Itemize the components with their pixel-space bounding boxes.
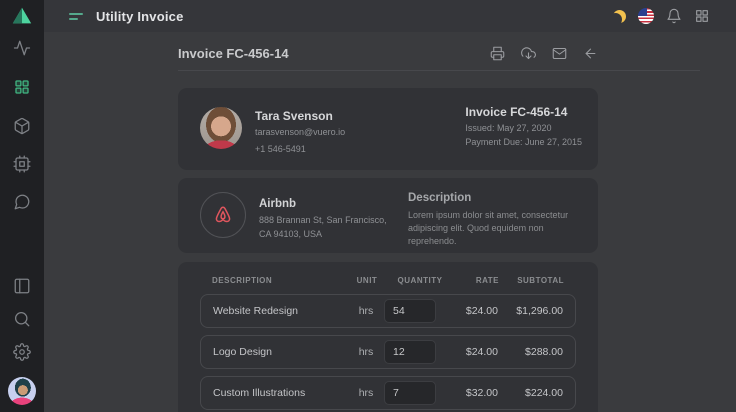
item-unit: hrs <box>348 387 384 399</box>
navbar-actions <box>613 8 710 24</box>
back-arrow-icon[interactable] <box>583 46 598 61</box>
brand-logo-icon[interactable] <box>11 5 33 27</box>
menu-toggle-icon[interactable] <box>69 13 83 20</box>
company-address: 888 Brannan St, San Francisco, CA 94103,… <box>259 214 387 241</box>
col-header-unit: UNIT <box>349 276 385 285</box>
airbnb-logo-icon <box>200 192 246 238</box>
cpu-icon[interactable] <box>13 155 31 173</box>
table-row: Website Redesign hrs $24.00 $1,296.00 <box>200 294 576 328</box>
table-row: Custom Illustrations hrs $32.00 $224.00 <box>200 376 576 410</box>
item-subtotal: $1,296.00 <box>498 305 563 317</box>
invoice-meta-block: Invoice FC-456-14 Issued: May 27, 2020 P… <box>465 105 582 147</box>
col-header-quantity: QUANTITY <box>385 276 455 285</box>
quantity-input[interactable] <box>384 299 436 323</box>
toolbar-divider <box>178 70 700 71</box>
chat-bubble-icon[interactable] <box>13 193 31 211</box>
customer-email: tarasvenson@vuero.io <box>255 127 345 137</box>
gear-icon[interactable] <box>13 343 31 361</box>
description-block: Description Lorem ipsum dolor sit amet, … <box>408 192 588 248</box>
invoice-issued-date: Issued: May 27, 2020 <box>465 123 582 133</box>
company-address-line1: 888 Brannan St, San Francisco, <box>259 215 387 225</box>
invoice-toolbar: Invoice FC-456-14 <box>178 40 598 66</box>
language-us-flag-icon[interactable] <box>638 8 654 24</box>
app-window: Utility Invoice Invoice FC-456-14 <box>0 0 736 412</box>
item-subtotal: $288.00 <box>498 346 563 358</box>
company-name: Airbnb <box>259 198 387 210</box>
page-title: Utility Invoice <box>96 9 184 24</box>
description-body: Lorem ipsum dolor sit amet, consectetur … <box>408 209 588 248</box>
notifications-bell-icon[interactable] <box>666 8 682 24</box>
description-heading: Description <box>408 192 588 204</box>
company-address-line2: CA 94103, USA <box>259 229 322 239</box>
toolbar-actions <box>490 46 598 61</box>
col-header-rate: RATE <box>455 276 499 285</box>
user-avatar[interactable] <box>8 377 36 405</box>
item-unit: hrs <box>348 346 384 358</box>
line-items-card: DESCRIPTION UNIT QUANTITY RATE SUBTOTAL … <box>178 262 598 412</box>
invoice-parties-card: Tara Svenson tarasvenson@vuero.io +1 546… <box>178 88 598 170</box>
search-icon[interactable] <box>13 310 31 328</box>
top-navbar: Utility Invoice <box>44 0 736 32</box>
col-header-description: DESCRIPTION <box>212 276 349 285</box>
cloud-download-icon[interactable] <box>521 46 536 61</box>
table-row: Logo Design hrs $24.00 $288.00 <box>200 335 576 369</box>
invoice-number: Invoice FC-456-14 <box>465 105 582 119</box>
invoice-number-heading: Invoice FC-456-14 <box>178 46 289 61</box>
item-unit: hrs <box>348 305 384 317</box>
item-rate: $32.00 <box>454 387 498 399</box>
quantity-input[interactable] <box>384 381 436 405</box>
customer-avatar <box>200 107 242 149</box>
table-header-row: DESCRIPTION UNIT QUANTITY RATE SUBTOTAL <box>200 276 576 285</box>
dark-mode-moon-icon[interactable] <box>613 10 626 23</box>
item-description: Website Redesign <box>213 305 348 317</box>
item-description: Logo Design <box>213 346 348 358</box>
dashboard-grid-icon[interactable] <box>13 78 31 96</box>
sidebar <box>0 0 44 412</box>
invoice-due-date: Payment Due: June 27, 2015 <box>465 137 582 147</box>
item-rate: $24.00 <box>454 305 498 317</box>
col-header-subtotal: SUBTOTAL <box>499 276 564 285</box>
box-icon[interactable] <box>13 117 31 135</box>
mail-icon[interactable] <box>552 46 567 61</box>
customer-phone: +1 546-5491 <box>255 144 345 154</box>
panel-layout-icon[interactable] <box>13 277 31 295</box>
quantity-input[interactable] <box>384 340 436 364</box>
item-subtotal: $224.00 <box>498 387 563 399</box>
company-block: Airbnb 888 Brannan St, San Francisco, CA… <box>259 192 387 241</box>
customer-block: Tara Svenson tarasvenson@vuero.io +1 546… <box>255 107 345 154</box>
printer-icon[interactable] <box>490 46 505 61</box>
item-rate: $24.00 <box>454 346 498 358</box>
company-description-card: Airbnb 888 Brannan St, San Francisco, CA… <box>178 178 598 253</box>
activity-icon[interactable] <box>13 39 31 57</box>
customer-name: Tara Svenson <box>255 109 345 123</box>
apps-grid-icon[interactable] <box>694 8 710 24</box>
item-description: Custom Illustrations <box>213 387 348 399</box>
